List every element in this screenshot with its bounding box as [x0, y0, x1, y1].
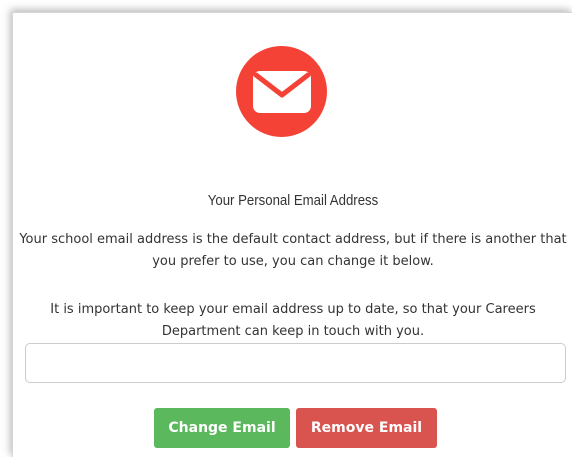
envelope-icon-circle — [236, 46, 327, 137]
email-input[interactable] — [25, 343, 566, 383]
change-email-button[interactable]: Change Email — [154, 408, 290, 448]
remove-email-button[interactable]: Remove Email — [296, 408, 437, 448]
intro-paragraph: Your school email address is the default… — [19, 232, 567, 269]
email-settings-card: Your Personal Email Address Your school … — [12, 12, 572, 457]
envelope-icon — [252, 70, 311, 113]
reminder-paragraph: It is important to keep your email addre… — [50, 302, 536, 339]
page-title: Your Personal Email Address — [207, 192, 379, 209]
